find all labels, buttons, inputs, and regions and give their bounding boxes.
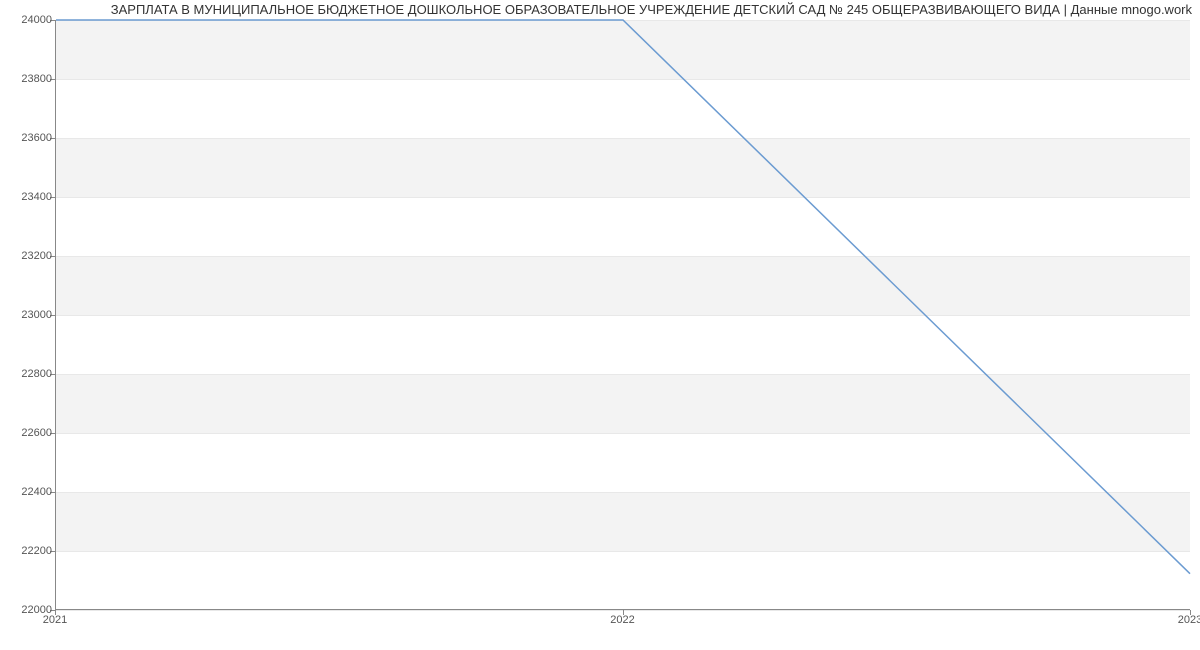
line-chart-svg	[56, 20, 1190, 609]
x-tick-label: 2022	[610, 614, 634, 626]
y-tick-label: 22600	[7, 427, 52, 439]
chart-title: ЗАРПЛАТА В МУНИЦИПАЛЬНОЕ БЮДЖЕТНОЕ ДОШКО…	[0, 2, 1192, 17]
plot-area	[55, 20, 1190, 610]
x-tick-label: 2023	[1178, 614, 1200, 626]
y-tick-label: 24000	[7, 14, 52, 26]
y-tick-label: 23400	[7, 191, 52, 203]
chart-container: ЗАРПЛАТА В МУНИЦИПАЛЬНОЕ БЮДЖЕТНОЕ ДОШКО…	[0, 0, 1200, 650]
y-tick-label: 23800	[7, 73, 52, 85]
y-tick-label: 23600	[7, 132, 52, 144]
y-tick-label: 22200	[7, 545, 52, 557]
y-tick-label: 23000	[7, 309, 52, 321]
x-tick-label: 2021	[43, 614, 67, 626]
y-tick-label: 22400	[7, 486, 52, 498]
y-tick-label: 23200	[7, 250, 52, 262]
data-line	[56, 20, 1190, 574]
y-tick-label: 22800	[7, 368, 52, 380]
